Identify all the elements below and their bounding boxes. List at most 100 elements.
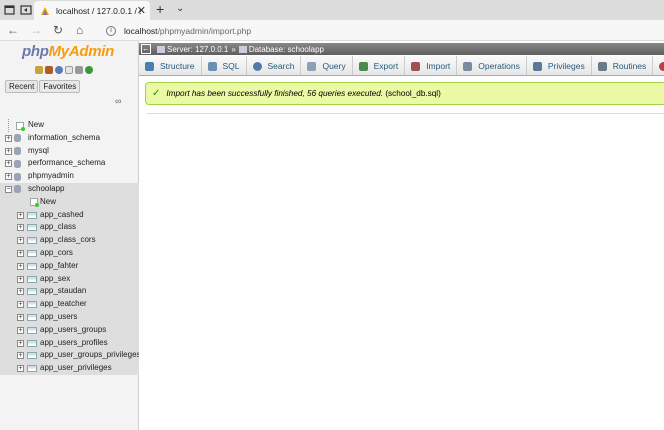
tree-table-app-class[interactable]: + app_class [0,221,139,235]
tab-routines[interactable]: Routines [592,56,654,75]
success-file: (school_db.sql) [385,89,441,98]
url-field[interactable]: i localhost/phpmyadmin/import.php [100,22,664,39]
tab-close-icon[interactable]: ✕ [137,4,146,17]
logout-icon[interactable] [45,66,53,74]
table-icon [27,249,37,257]
query-icon [307,61,317,71]
tree-db-performance-schema[interactable]: + performance_schema [0,157,139,170]
expand-icon[interactable]: + [17,339,24,347]
tree-db-mysql[interactable]: + mysql [0,145,139,158]
expand-icon[interactable]: + [17,288,24,296]
search-icon [252,61,262,71]
tree-table-app-user-groups-privileges[interactable]: + app_user_groups_privileges [0,349,141,363]
table-icon [27,352,37,360]
main-content: ← Server: 127.0.0.1 » Database: schoolap… [139,41,664,430]
tree-table-app-users-profiles[interactable]: + app_users_profiles [0,336,139,350]
tree-db-schoolapp[interactable]: − schoolapp [0,182,139,196]
tab-operations[interactable]: Operations [457,56,527,75]
database-icon [14,185,21,194]
server-icon [157,45,165,53]
database-icon [238,45,247,53]
phpmyadmin-logo[interactable]: phpMyAdmin [22,43,114,60]
database-icon [14,172,21,181]
expand-icon[interactable]: + [5,134,12,142]
table-icon [27,365,37,373]
tree-table-app-fahter[interactable]: + app_fahter [0,259,139,273]
tree-table-app-teatcher[interactable]: + app_teatcher [0,298,139,311]
tree-table-app-cors[interactable]: + app_cors [0,246,139,260]
sql-icon [207,61,217,71]
tree-table-app-user-privileges[interactable]: + app_user_privileges [0,362,139,375]
home-button[interactable]: ⌂ [76,23,83,37]
tree-new-database[interactable]: New [0,119,139,132]
success-text: Import has been successfully finished, 5… [166,89,384,98]
expand-icon[interactable]: + [17,275,24,283]
export-icon [358,61,368,71]
expand-icon[interactable]: + [5,173,12,181]
site-info-icon[interactable]: i [106,25,116,36]
expand-icon[interactable]: + [17,313,24,321]
tab-query[interactable]: Query [301,56,353,75]
import-success-message: ✓ Import has been successfully finished,… [145,82,664,105]
forward-button[interactable]: → [30,23,42,37]
window-menu-icon[interactable] [3,3,17,17]
tree-table-app-cashed[interactable]: + app_cashed [0,208,139,222]
database-tree: New + information_schema + mysql + perfo… [0,119,141,375]
table-icon [27,237,37,245]
favorites-button[interactable]: Favorites [39,80,81,93]
tab-structure[interactable]: Structure [139,56,202,75]
import-icon [411,61,421,71]
tree-table-app-staudan[interactable]: + app_staudan [0,285,139,299]
tab-sql[interactable]: SQL [202,56,247,75]
expand-icon[interactable]: + [17,262,24,270]
tab-list-dropdown-icon[interactable]: ⌄ [176,3,184,14]
reload-button[interactable]: ↻ [53,23,63,37]
expand-icon[interactable]: + [17,352,24,360]
tree-db-phpmyadmin[interactable]: + phpmyadmin [0,170,139,183]
new-tab-button[interactable]: + [156,1,164,17]
reload-nav-icon[interactable] [85,66,93,74]
expand-icon[interactable]: + [17,224,24,232]
collapse-panel-icon[interactable]: ← [141,44,151,54]
privileges-icon [532,61,542,71]
back-button[interactable]: ← [7,23,19,37]
expand-icon[interactable]: + [17,211,24,219]
tree-table-app-users-groups[interactable]: + app_users_groups [0,323,139,337]
tab-actions-icon[interactable] [19,3,33,17]
breadcrumb-database[interactable]: Database: schoolapp [249,45,324,54]
expand-icon[interactable]: + [17,326,24,334]
tab-export[interactable]: Export [353,56,406,75]
tab-events[interactable]: E [653,56,664,75]
table-icon [27,211,37,219]
breadcrumb-server[interactable]: Server: 127.0.0.1 [167,45,228,54]
expand-icon[interactable]: + [5,147,12,155]
database-icon [14,147,21,156]
tree-db-information-schema[interactable]: + information_schema [0,132,139,145]
tab-search[interactable]: Search [247,56,302,75]
settings-icon[interactable] [75,66,83,74]
expand-icon[interactable]: + [17,365,24,373]
expand-icon[interactable]: + [17,301,24,309]
expand-icon[interactable]: + [17,237,24,245]
recent-button[interactable]: Recent [5,80,39,93]
breadcrumb-separator: » [231,44,236,54]
expand-icon[interactable]: + [17,249,24,257]
tree-table-app-users[interactable]: + app_users [0,310,139,324]
top-menu-tabs: Structure SQL Search Query Export Import… [139,56,664,76]
home-icon[interactable] [35,66,43,74]
tab-import[interactable]: Import [405,56,458,75]
tab-privileges[interactable]: Privileges [527,56,592,75]
expand-icon[interactable]: + [5,160,12,168]
url-host: localhost [124,25,158,36]
tree-table-app-class-cors[interactable]: + app_class_cors [0,234,139,247]
docs-icon[interactable] [65,66,73,74]
recent-favorites-row: Recent Favorites [5,80,81,93]
browser-tab-bar: localhost / 127.0.0.1 / sc ✕ + ⌄ [0,0,664,20]
help-icon[interactable] [55,66,63,74]
database-icon [14,134,21,143]
collapse-icon[interactable]: − [5,185,12,193]
browser-tab-active[interactable]: localhost / 127.0.0.1 / sc ✕ [34,1,150,20]
tree-new-table[interactable]: New [0,195,139,209]
link-with-main-icon[interactable]: ∞ [115,96,121,106]
tree-table-app-sex[interactable]: + app_sex [0,272,139,286]
